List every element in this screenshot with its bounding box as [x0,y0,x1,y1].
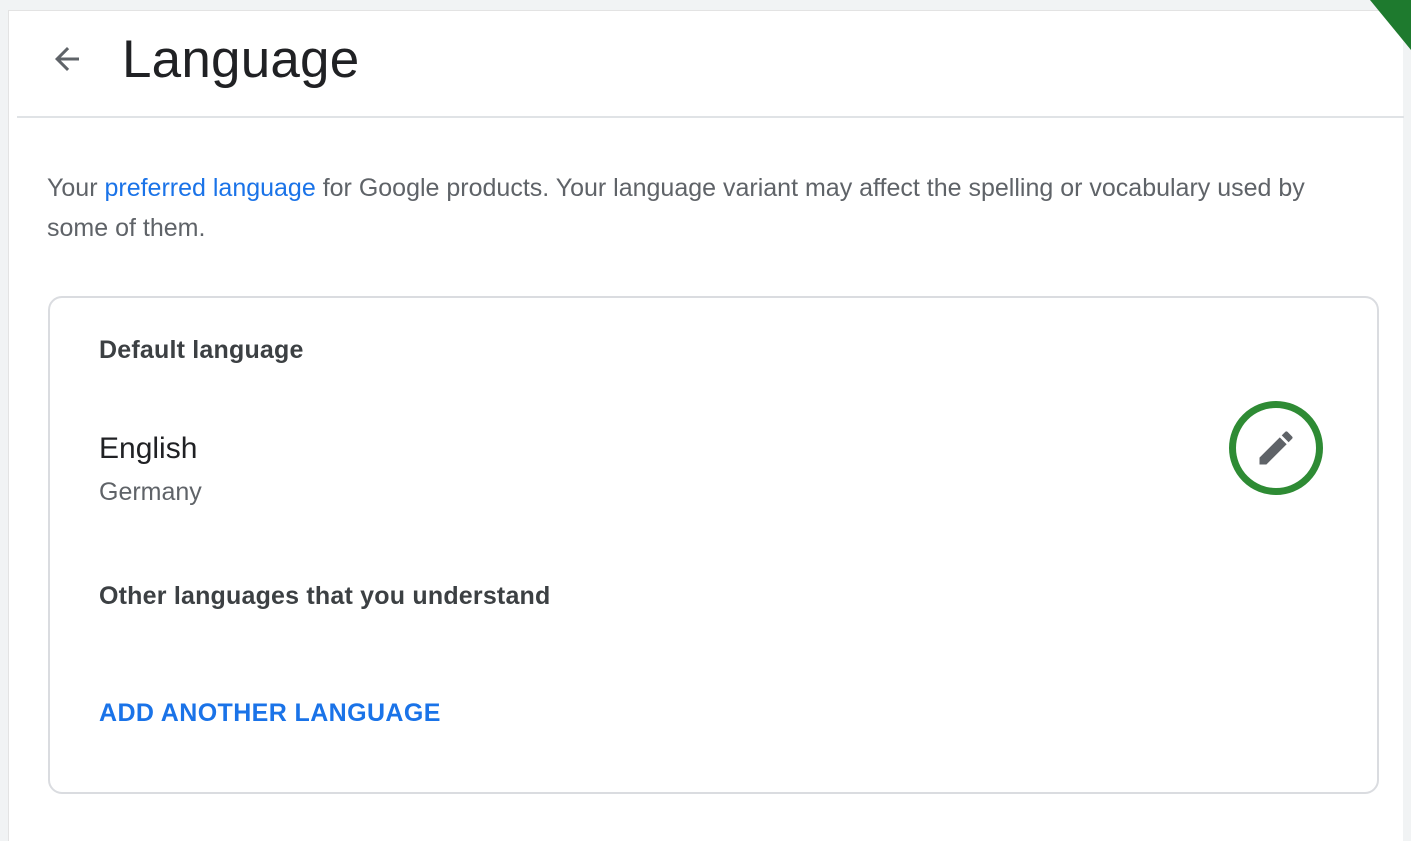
page-header: Language [17,11,1404,118]
default-language-label: Default language [99,336,304,364]
intro-text-start: Your [47,174,105,202]
arrow-back-icon [55,47,79,71]
intro-text: Your preferred language for Google produ… [47,168,1307,248]
preferred-language-link[interactable]: preferred language [104,174,315,202]
add-another-language-button[interactable]: ADD ANOTHER LANGUAGE [99,699,441,728]
language-card: Default language English Germany Other l… [48,296,1379,794]
page-title: Language [122,30,360,89]
other-languages-label: Other languages that you understand [99,582,551,610]
default-language-name: English [99,432,198,465]
edit-language-button[interactable] [1229,401,1323,495]
pencil-icon [1259,431,1293,465]
language-settings-page: Language Your preferred language for Goo… [8,10,1404,841]
default-language-region: Germany [99,478,202,506]
back-button[interactable] [47,39,87,79]
corner-accent-shape [1370,0,1411,50]
